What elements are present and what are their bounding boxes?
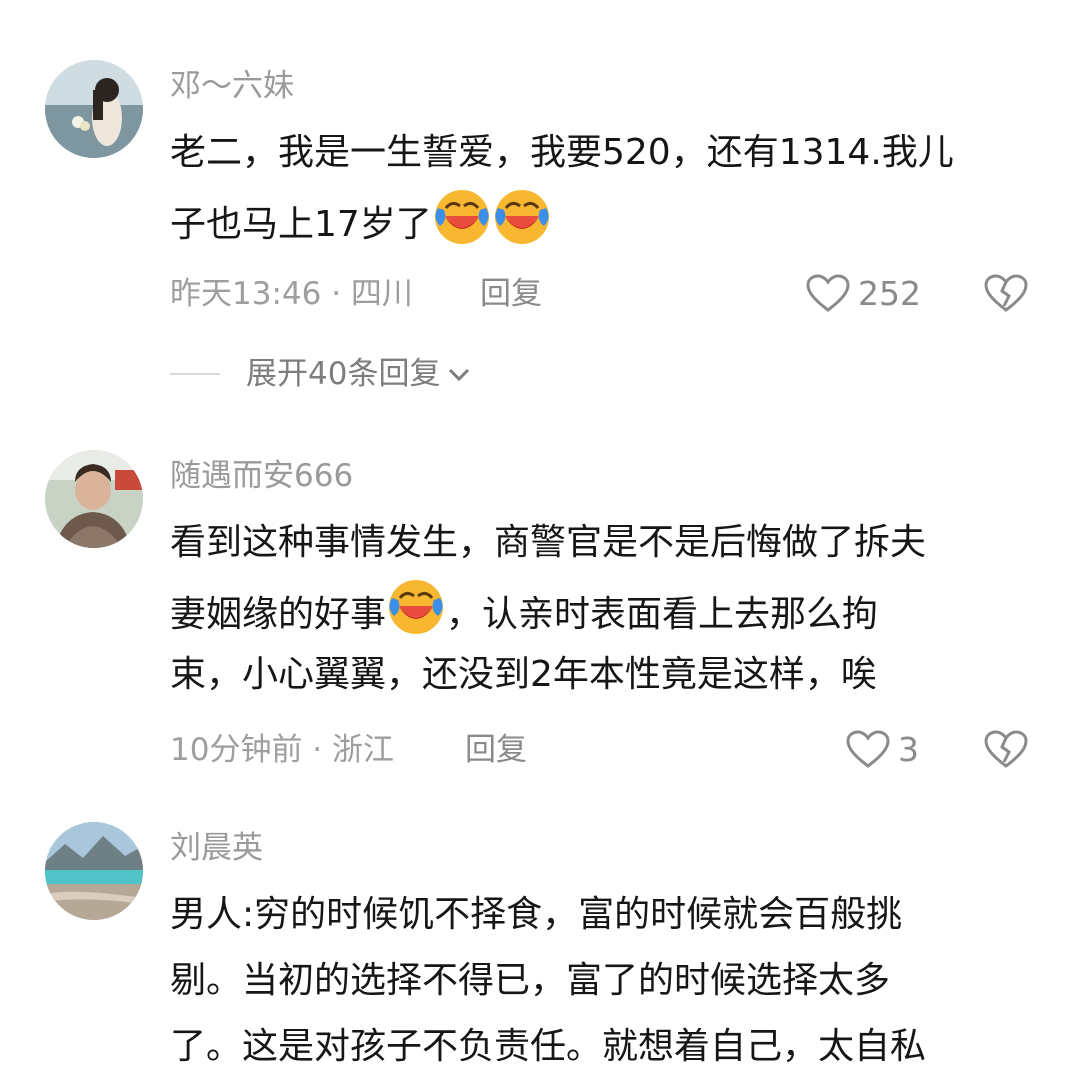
avatar[interactable] xyxy=(45,822,143,920)
like-button[interactable]: 252 xyxy=(806,274,921,314)
comment-text: 看到这种事情发生，商警官是不是后悔做了拆夫 妻姻缘的好事 ，认亲时表面看上去那么拘… xyxy=(170,510,1040,708)
comment-line: ，认亲时表面看上去那么拘 xyxy=(446,594,879,635)
like-count: 3 xyxy=(898,730,919,769)
comment-line: 老二，我是一生誓爱，我要520，还有1314.我儿 xyxy=(170,132,954,173)
username[interactable]: 刘晨英 xyxy=(170,828,263,868)
comment-line: 男人:穷的时候饥不择食，富的时候就会百般挑 xyxy=(170,894,903,935)
heart-outline-icon xyxy=(806,274,850,312)
laughing-crying-emoji-icon xyxy=(434,190,489,244)
avatar[interactable] xyxy=(45,450,143,548)
comment-meta: 10分钟前 · 浙江 xyxy=(170,732,395,768)
laughing-crying-emoji-icon xyxy=(494,190,549,244)
comment-line: 子也马上17岁了 xyxy=(170,204,432,245)
heart-outline-icon xyxy=(846,730,890,768)
comment-text: 男人:穷的时候饥不择食，富的时候就会百般挑 剔。当初的选择不得已，富了的时候选择… xyxy=(170,882,1040,1080)
broken-heart-icon[interactable] xyxy=(984,274,1028,314)
reply-button[interactable]: 回复 xyxy=(480,274,542,314)
chevron-down-icon xyxy=(449,368,470,382)
username[interactable]: 邓～六妹 xyxy=(170,66,294,106)
laughing-crying-emoji-icon xyxy=(389,580,444,634)
comment-line-wrap: 妻姻缘的好事 ，认亲时表面看上去那么拘 xyxy=(170,576,1040,642)
comment-line: 看到这种事情发生，商警官是不是后悔做了拆夫 xyxy=(170,522,927,563)
username[interactable]: 随遇而安666 xyxy=(170,456,353,496)
reply-button[interactable]: 回复 xyxy=(465,730,527,770)
comment-text: 老二，我是一生誓爱，我要520，还有1314.我儿 子也马上17岁了 xyxy=(170,120,1040,252)
comment-line: 了。这是对孩子不负责任。就想着自己，太自私 xyxy=(170,1026,927,1067)
avatar[interactable] xyxy=(45,60,143,158)
comment-line: 妻姻缘的好事 xyxy=(170,594,387,635)
divider xyxy=(170,373,220,375)
expand-replies-label: 展开40条回复 xyxy=(246,356,441,392)
like-button[interactable]: 3 xyxy=(846,730,919,770)
comment-line-wrap: 子也马上17岁了 xyxy=(170,186,1040,252)
comment-line: 剔。当初的选择不得已，富了的时候选择太多 xyxy=(170,960,891,1001)
comment-line: 束，小心翼翼，还没到2年本性竟是这样，唉 xyxy=(170,654,877,695)
comment-meta: 昨天13:46 · 四川 xyxy=(170,276,413,312)
like-count: 252 xyxy=(858,274,921,313)
broken-heart-icon[interactable] xyxy=(984,730,1028,770)
expand-replies-button[interactable]: 展开40条回复 xyxy=(170,352,474,396)
